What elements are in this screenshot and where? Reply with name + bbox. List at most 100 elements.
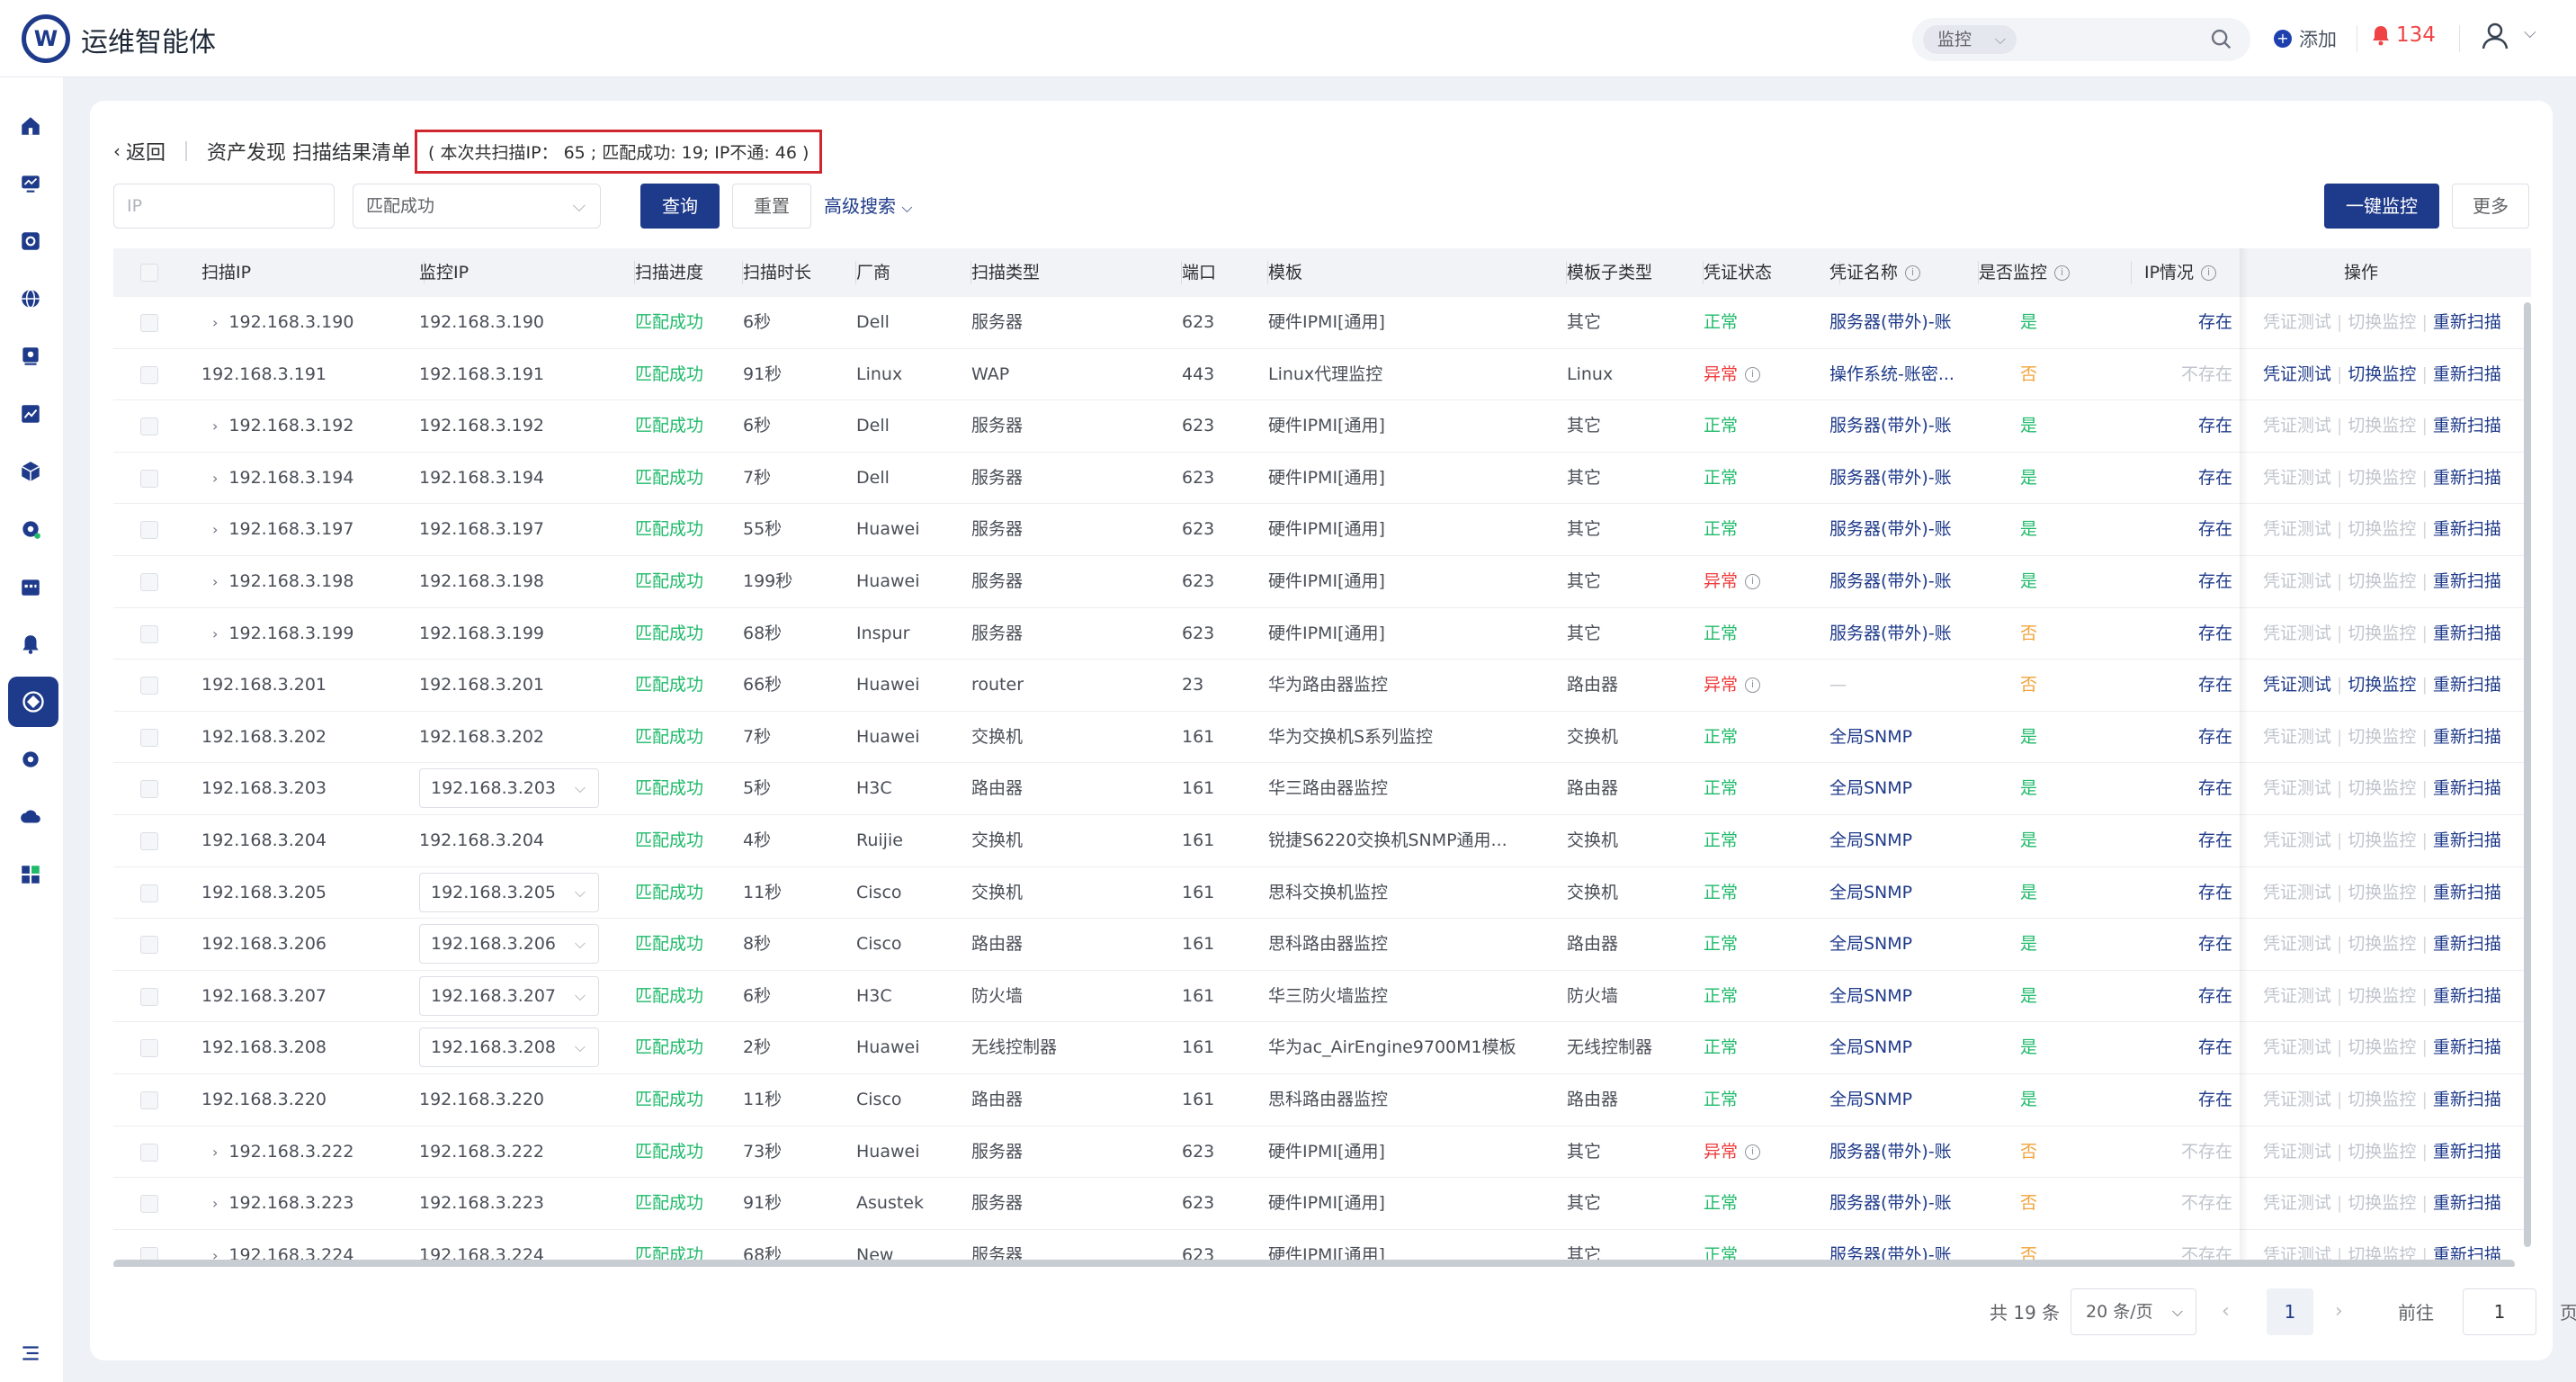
- cred-name-cell[interactable]: 服务器(带外)-账: [1829, 504, 1964, 556]
- sidebar-collapse[interactable]: [18, 1341, 43, 1366]
- info-icon[interactable]: i: [2054, 265, 2071, 281]
- switch-monitor-link[interactable]: 切换监控: [2348, 934, 2416, 954]
- rescan-link[interactable]: 重新扫描: [2433, 624, 2501, 643]
- switch-monitor-link[interactable]: 切换监控: [2348, 883, 2416, 902]
- chevron-right-icon[interactable]: ›: [212, 417, 218, 435]
- switch-monitor-link[interactable]: 切换监控: [2348, 1090, 2416, 1109]
- table-row[interactable]: 192.168.3.206 192.168.3.206 ⌵ 匹配成功 8秒 Cisco 路由…: [113, 919, 2531, 971]
- credential-test-link[interactable]: 凭证测试: [2263, 624, 2331, 643]
- rescan-link[interactable]: 重新扫描: [2433, 416, 2501, 435]
- cred-name-cell[interactable]: 全局SNMP: [1829, 763, 1964, 815]
- chevron-right-icon[interactable]: ›: [212, 314, 218, 331]
- sidebar-item-discovery[interactable]: [8, 677, 58, 727]
- info-icon[interactable]: i: [1745, 678, 1761, 694]
- table-row[interactable]: 192.168.3.201 192.168.3.201 匹配成功 66秒 Huawei r…: [113, 660, 2531, 712]
- table-row[interactable]: 192.168.3.204 192.168.3.204 匹配成功 4秒 Ruijie 交换…: [113, 815, 2531, 867]
- col-vendor[interactable]: 厂商: [856, 248, 971, 297]
- credential-test-link[interactable]: 凭证测试: [2263, 1037, 2331, 1057]
- credential-test-link[interactable]: 凭证测试: [2263, 727, 2331, 747]
- table-row[interactable]: 192.168.3.207 192.168.3.207 ⌵ 匹配成功 6秒 H3C 防火墙 1…: [113, 971, 2531, 1023]
- table-row[interactable]: › 192.168.3.222 192.168.3.222 匹配成功 73秒 Huawei…: [113, 1126, 2531, 1179]
- credential-test-link[interactable]: 凭证测试: [2263, 312, 2331, 332]
- rescan-link[interactable]: 重新扫描: [2433, 364, 2501, 384]
- col-scan-type[interactable]: 扫描类型: [971, 248, 1182, 297]
- table-row[interactable]: 192.168.3.205 192.168.3.205 ⌵ 匹配成功 11秒 Cisco 交…: [113, 867, 2531, 920]
- row-checkbox[interactable]: [140, 677, 158, 695]
- sidebar-item-config[interactable]: [18, 747, 43, 772]
- cred-name-cell[interactable]: 全局SNMP: [1829, 1074, 1964, 1126]
- credential-test-link[interactable]: 凭证测试: [2263, 416, 2331, 435]
- credential-test-link[interactable]: 凭证测试: [2263, 468, 2331, 488]
- match-status-select[interactable]: 匹配成功 ⌵: [353, 184, 601, 229]
- rescan-link[interactable]: 重新扫描: [2433, 675, 2501, 695]
- advanced-search-link[interactable]: 高级搜索 ⌵: [824, 184, 913, 229]
- sidebar-item-cloud[interactable]: [18, 804, 43, 830]
- credential-test-link[interactable]: 凭证测试: [2263, 778, 2331, 798]
- monitor-ip-select[interactable]: 192.168.3.207 ⌵: [419, 975, 599, 1016]
- back-button[interactable]: ‹ 返回: [113, 137, 165, 166]
- user-menu[interactable]: ⌵: [2479, 18, 2551, 58]
- sidebar-item-alerts[interactable]: [18, 632, 43, 657]
- search-icon[interactable]: [2209, 27, 2234, 52]
- col-monitor-ip[interactable]: 监控IP: [419, 248, 635, 297]
- cred-name-cell[interactable]: 服务器(带外)-账: [1829, 400, 1964, 453]
- switch-monitor-link[interactable]: 切换监控: [2348, 571, 2416, 591]
- row-checkbox[interactable]: [140, 314, 158, 332]
- switch-monitor-link[interactable]: 切换监控: [2348, 364, 2416, 384]
- horizontal-scrollbar[interactable]: [113, 1260, 2515, 1267]
- row-checkbox[interactable]: [140, 780, 158, 799]
- switch-monitor-link[interactable]: 切换监控: [2348, 986, 2416, 1006]
- col-progress[interactable]: 扫描进度: [635, 248, 743, 297]
- alarm-button[interactable]: 134: [2371, 23, 2436, 47]
- switch-monitor-link[interactable]: 切换监控: [2348, 624, 2416, 643]
- add-button[interactable]: + 添加: [2274, 25, 2337, 52]
- credential-test-link[interactable]: 凭证测试: [2263, 830, 2331, 850]
- switch-monitor-link[interactable]: 切换监控: [2348, 416, 2416, 435]
- goto-page-input[interactable]: 1: [2463, 1288, 2536, 1335]
- cred-name-cell[interactable]: 服务器(带外)-账: [1829, 453, 1964, 505]
- cred-name-cell[interactable]: 全局SNMP: [1829, 1022, 1964, 1074]
- credential-test-link[interactable]: 凭证测试: [2263, 986, 2331, 1006]
- cred-name-cell[interactable]: 服务器(带外)-账: [1829, 297, 1964, 349]
- rescan-link[interactable]: 重新扫描: [2433, 830, 2501, 850]
- cred-name-cell[interactable]: 全局SNMP: [1829, 867, 1964, 920]
- col-port[interactable]: 端口: [1182, 248, 1268, 297]
- table-row[interactable]: 192.168.3.203 192.168.3.203 ⌵ 匹配成功 5秒 H3C 路由器 1…: [113, 763, 2531, 815]
- col-cred-status[interactable]: 凭证状态: [1704, 248, 1840, 297]
- row-checkbox[interactable]: [140, 1143, 158, 1162]
- credential-test-link[interactable]: 凭证测试: [2263, 883, 2331, 902]
- cred-name-cell[interactable]: 服务器(带外)-账: [1829, 1178, 1964, 1230]
- rescan-link[interactable]: 重新扫描: [2433, 1193, 2501, 1213]
- prev-page-button[interactable]: ‹: [2222, 1288, 2230, 1335]
- row-checkbox[interactable]: [140, 469, 158, 488]
- reset-button[interactable]: 重置: [732, 184, 811, 229]
- credential-test-link[interactable]: 凭证测试: [2263, 571, 2331, 591]
- cred-name-cell[interactable]: 服务器(带外)-账: [1829, 608, 1964, 660]
- col-scan-ip[interactable]: 扫描IP: [201, 248, 425, 297]
- switch-monitor-link[interactable]: 切换监控: [2348, 830, 2416, 850]
- table-row[interactable]: › 192.168.3.199 192.168.3.199 匹配成功 68秒 Inspur…: [113, 608, 2531, 660]
- sidebar-item-automation[interactable]: [18, 516, 43, 542]
- rescan-link[interactable]: 重新扫描: [2433, 1037, 2501, 1057]
- table-row[interactable]: › 192.168.3.192 192.168.3.192 匹配成功 6秒 Dell 服务器…: [113, 400, 2531, 453]
- table-row[interactable]: › 192.168.3.198 192.168.3.198 匹配成功 199秒 Huawe…: [113, 556, 2531, 608]
- row-checkbox[interactable]: [140, 573, 158, 591]
- rescan-link[interactable]: 重新扫描: [2433, 778, 2501, 798]
- chevron-right-icon[interactable]: ›: [212, 573, 218, 590]
- table-row[interactable]: 192.168.3.208 192.168.3.208 ⌵ 匹配成功 2秒 Huawei 无…: [113, 1022, 2531, 1074]
- rescan-link[interactable]: 重新扫描: [2433, 571, 2501, 591]
- chevron-right-icon[interactable]: ›: [212, 521, 218, 538]
- row-checkbox[interactable]: [140, 936, 158, 955]
- credential-test-link[interactable]: 凭证测试: [2263, 675, 2331, 695]
- rescan-link[interactable]: 重新扫描: [2433, 1090, 2501, 1109]
- next-page-button[interactable]: ›: [2335, 1288, 2343, 1335]
- sidebar-item-assets[interactable]: [18, 344, 43, 369]
- cred-name-cell[interactable]: 全局SNMP: [1829, 815, 1964, 867]
- rescan-link[interactable]: 重新扫描: [2433, 727, 2501, 747]
- row-checkbox[interactable]: [140, 728, 158, 747]
- ip-search-input[interactable]: IP: [113, 184, 335, 229]
- credential-test-link[interactable]: 凭证测试: [2263, 934, 2331, 954]
- rescan-link[interactable]: 重新扫描: [2433, 883, 2501, 902]
- rescan-link[interactable]: 重新扫描: [2433, 986, 2501, 1006]
- sidebar-item-network[interactable]: [18, 286, 43, 311]
